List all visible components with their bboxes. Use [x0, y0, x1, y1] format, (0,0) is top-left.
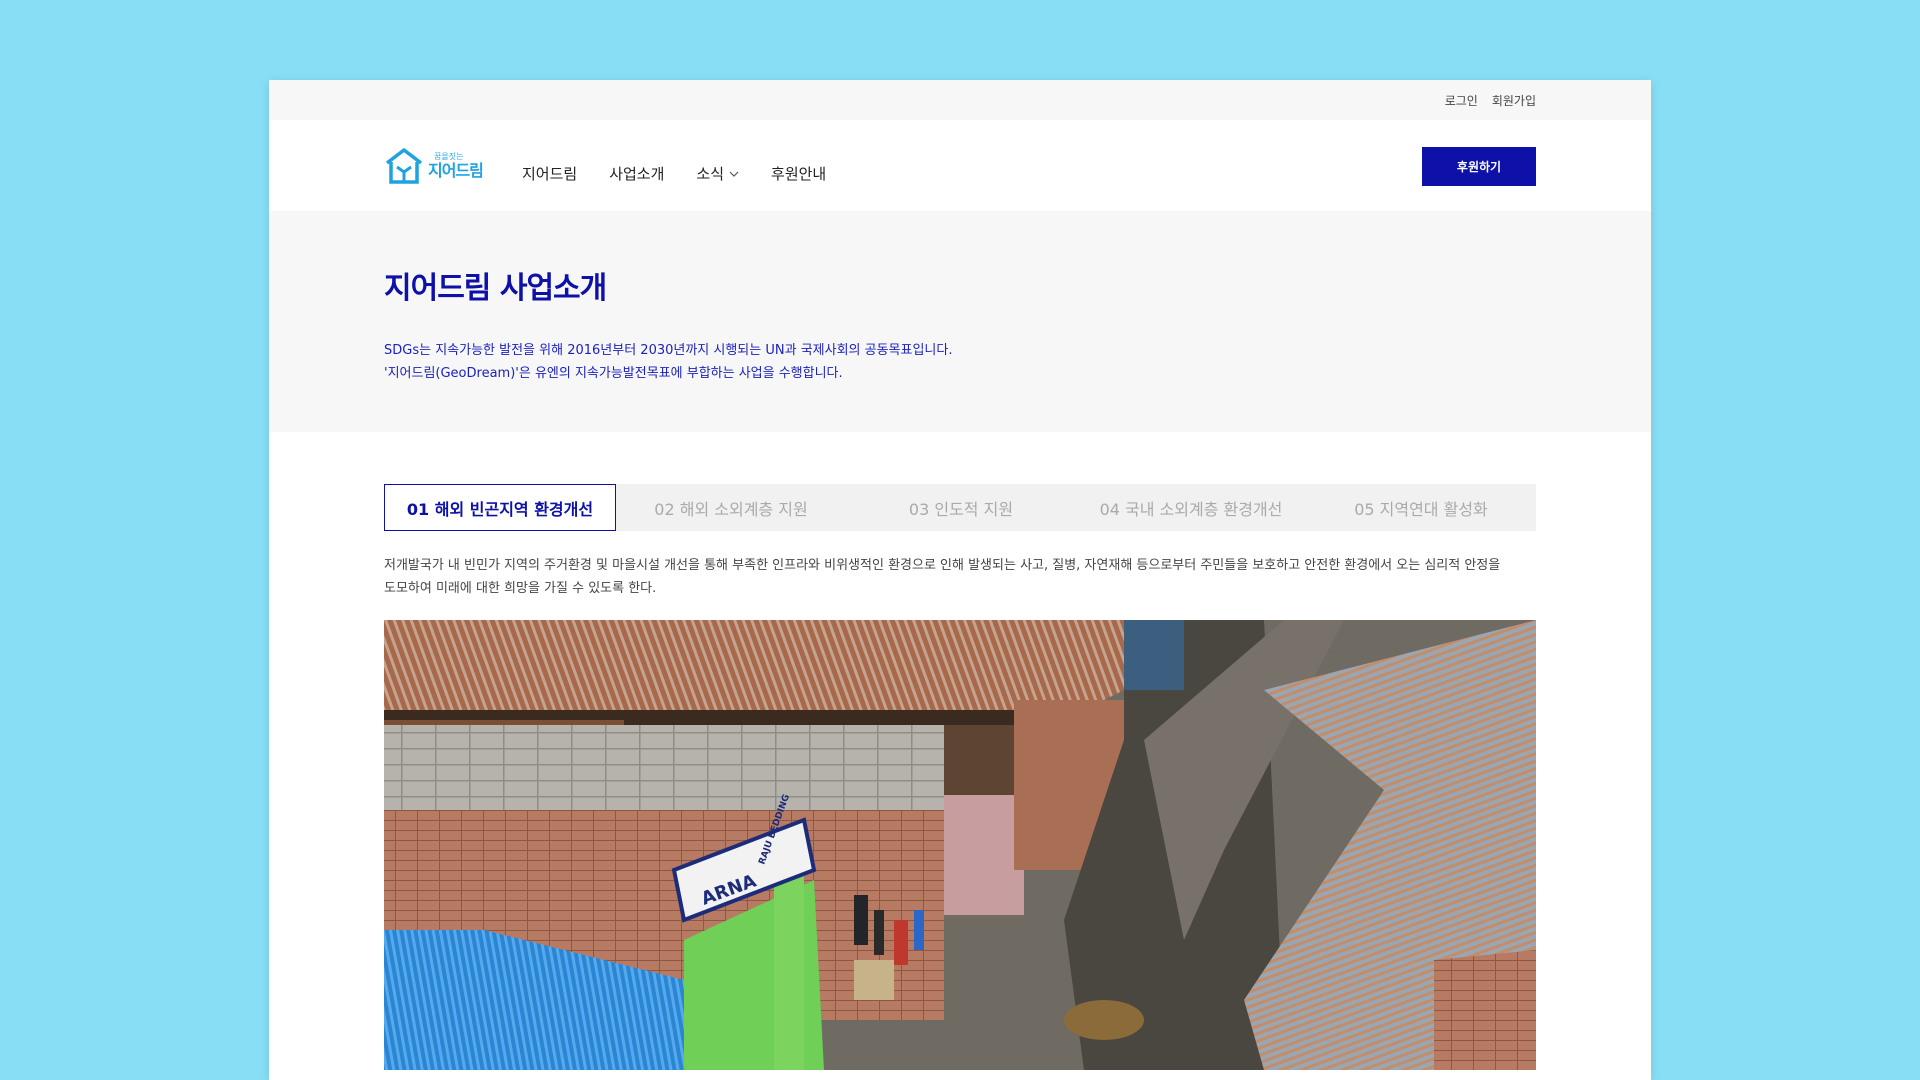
- content-section: 01 해외 빈곤지역 환경개선 02 해외 소외계층 지원 03 인도적 지원 …: [269, 432, 1651, 1070]
- login-link[interactable]: 로그인: [1445, 92, 1478, 109]
- tab-domestic[interactable]: 04 국내 소외계층 환경개선: [1076, 484, 1306, 531]
- tab-description-line-2: 도모하여 미래에 대한 희망을 가질 수 있도록 한다.: [384, 581, 657, 596]
- nav-item-support[interactable]: 후원안내: [771, 163, 826, 184]
- signup-link[interactable]: 회원가입: [1492, 92, 1536, 109]
- nav-item-geodream[interactable]: 지어드림: [522, 163, 577, 184]
- hero-line-1: SDGs는 지속가능한 발전을 위해 2016년부터 2030년까지 시행되는 …: [384, 343, 953, 358]
- nav-menu: 지어드림 사업소개 소식 후원안내: [522, 163, 826, 184]
- hero-line-2: '지어드림(GeoDream)'은 유엔의 지속가능발전목표에 부합하는 사업을…: [384, 366, 843, 381]
- nav-item-news[interactable]: 소식: [696, 163, 739, 184]
- site-logo[interactable]: 꿈을짓는 지어드림: [384, 146, 488, 186]
- tab-overseas-poverty[interactable]: 01 해외 빈곤지역 환경개선: [384, 484, 616, 531]
- slum-street-photo: ARNA RAJU BEDDING: [384, 620, 1536, 1070]
- tab-description-line-1: 저개발국가 내 빈민가 지역의 주거환경 및 마을시설 개선을 통해 부족한 인…: [384, 558, 1501, 573]
- nav-item-news-label: 소식: [696, 165, 725, 183]
- tab-community[interactable]: 05 지역연대 활성화: [1306, 484, 1536, 531]
- logo-tagline: 꿈을짓는: [434, 151, 464, 161]
- hero-section: 지어드림 사업소개 SDGs는 지속가능한 발전을 위해 2016년부터 203…: [269, 211, 1651, 432]
- utility-bar: 로그인 회원가입: [269, 80, 1651, 120]
- tab-overseas-underprivileged[interactable]: 02 해외 소외계층 지원: [616, 484, 846, 531]
- business-tabs: 01 해외 빈곤지역 환경개선 02 해외 소외계층 지원 03 인도적 지원 …: [384, 484, 1536, 531]
- hero-description: SDGs는 지속가능한 발전을 위해 2016년부터 2030년까지 시행되는 …: [384, 339, 1536, 385]
- house-logo-icon: [385, 147, 423, 184]
- logo-name: 지어드림: [428, 160, 484, 180]
- donate-button[interactable]: 후원하기: [1422, 147, 1536, 186]
- nav-item-business[interactable]: 사업소개: [609, 163, 664, 184]
- chevron-down-icon: [729, 171, 739, 177]
- main-navigation: 꿈을짓는 지어드림 지어드림 사업소개 소식 후원안내 후원하기: [269, 120, 1651, 211]
- photo-illustration: ARNA RAJU BEDDING: [384, 620, 1536, 1070]
- browser-page: 로그인 회원가입 꿈을짓는 지어드림 지어드림 사업소개 소식 후원안내 후원하…: [269, 80, 1651, 1080]
- tab-description: 저개발국가 내 빈민가 지역의 주거환경 및 마을시설 개선을 통해 부족한 인…: [384, 554, 1536, 600]
- tab-humanitarian[interactable]: 03 인도적 지원: [846, 484, 1076, 531]
- page-title: 지어드림 사업소개: [384, 271, 607, 306]
